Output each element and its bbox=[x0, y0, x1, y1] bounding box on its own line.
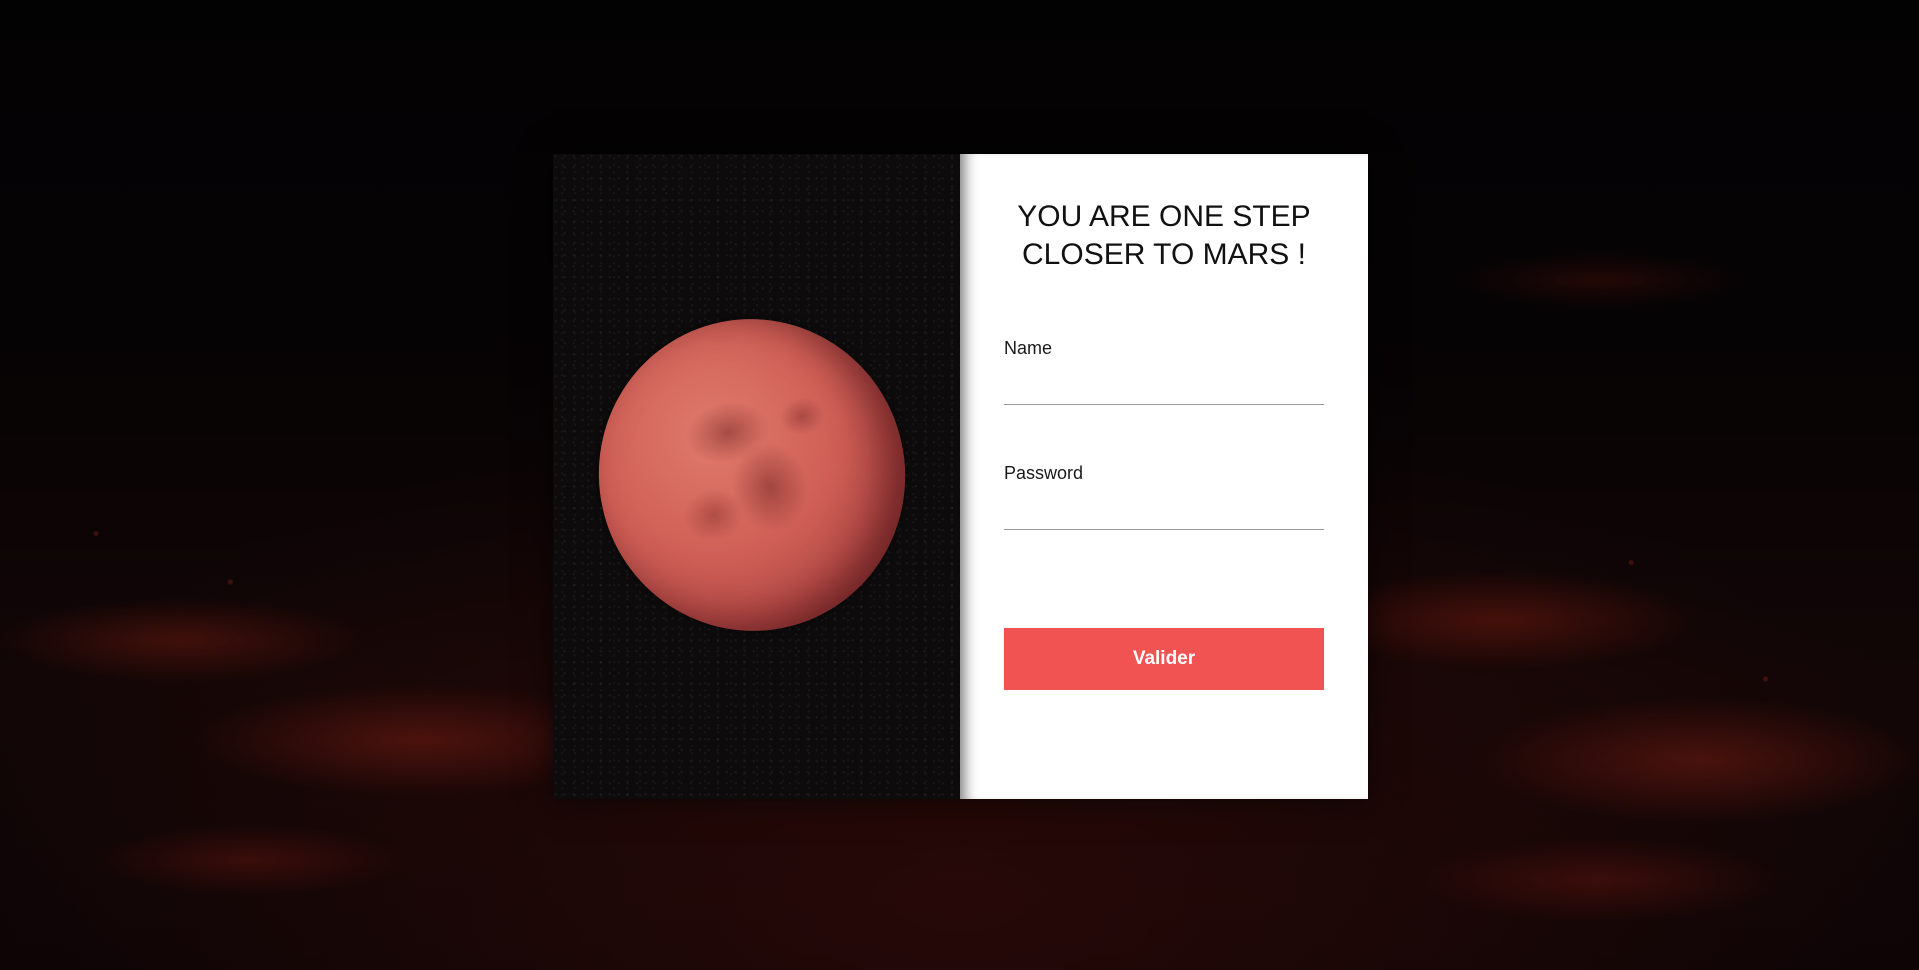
password-field-group: Password bbox=[1004, 463, 1324, 530]
name-label: Name bbox=[1004, 338, 1053, 358]
submit-button[interactable]: Valider bbox=[1004, 628, 1324, 690]
name-field-group: Name bbox=[1004, 338, 1324, 405]
login-form-panel: YOU ARE ONE STEP CLOSER TO MARS ! Name P… bbox=[960, 154, 1368, 799]
password-label: Password bbox=[1004, 463, 1084, 483]
red-moon-image bbox=[569, 290, 935, 660]
page-title: YOU ARE ONE STEP CLOSER TO MARS ! bbox=[1017, 200, 1311, 271]
login-card: YOU ARE ONE STEP CLOSER TO MARS ! Name P… bbox=[553, 154, 1368, 799]
password-input[interactable] bbox=[1004, 494, 1324, 530]
moon-image-panel bbox=[553, 154, 960, 799]
name-input[interactable] bbox=[1004, 369, 1324, 405]
